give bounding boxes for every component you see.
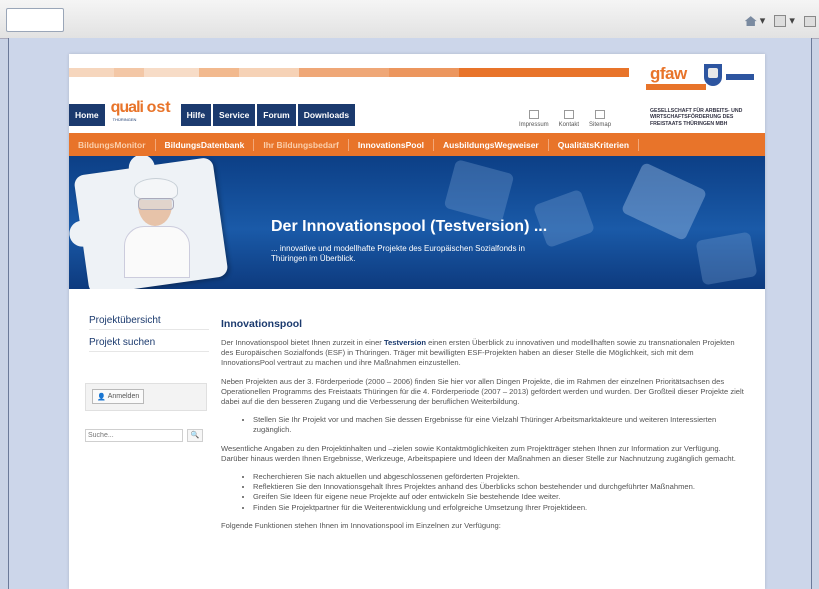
left-sidebar: Projektübersicht Projekt suchen 👤 Anmeld… [69,289,214,589]
qualipost-logo-subtext: THÜRINGEN [112,117,137,122]
person-photo [124,176,190,278]
mail-icon [563,110,574,119]
person-cap [134,178,178,200]
browser-tab[interactable] [6,8,64,32]
subnav-bildungsmonitor[interactable]: BildungsMonitor [69,138,156,151]
subnav-ausbildungswegweiser[interactable]: AusbildungsWegweiser [434,138,549,151]
search-input[interactable] [85,429,183,442]
main-navigation: Home quali ost THÜRINGEN Hilfe Service F… [69,96,357,126]
content-paragraph: Wesentliche Angaben zu den Projektinhalt… [221,443,736,463]
subnav-qualitaetskriterien[interactable]: QualitätsKriterien [549,138,640,151]
main-content: Innovationspool Der Innovationspool biet… [221,318,745,531]
testversion-highlight: Testversion [383,338,427,347]
puzzle-decoration [620,161,708,242]
list-item: Finden Sie Projektpartner für die Weiter… [253,503,745,513]
puzzle-decoration [695,231,758,286]
nav-service[interactable]: Service [213,104,256,126]
person-glasses [138,198,174,210]
qualipost-logo-text: quali [110,99,144,116]
nav-home[interactable]: Home [69,104,105,126]
header-stripes [69,68,629,77]
search-icon: 🔍 [190,432,200,439]
gfaw-orange-bar [646,84,706,90]
util-kontakt-label: Kontakt [558,122,580,128]
gfaw-logo-text: gfaw [650,64,687,83]
user-icon: 👤 [97,393,106,401]
bullet-list: Stellen Sie Ihr Projekt vor und machen S… [221,415,745,435]
utility-links: Impressum Kontakt Sitemap [519,110,611,128]
list-item: Greifen Sie Ideen für eigene neue Projek… [253,492,745,502]
util-impressum-label: Impressum [519,122,549,128]
web-page: gfaw GESELLSCHAFT FÜR ARBEITS- UND WIRTS… [69,54,765,589]
puzzle-knob [69,218,98,249]
sidebar-link-projektuebersicht[interactable]: Projektübersicht [89,315,209,330]
subnav-bildungsdatenbank[interactable]: BildungsDatenbank [156,138,255,151]
util-kontakt[interactable]: Kontakt [559,110,579,128]
sitemap-icon [595,110,606,119]
sub-navigation: BildungsMonitor BildungsDatenbank Ihr Bi… [69,133,765,156]
toolbar-icons: ▾ ▾ [742,14,819,28]
list-item: Reflektieren Sie den Innovationsgehalt I… [253,482,745,492]
content-paragraph: Neben Projekten aus der 3. Förderperiode… [221,376,744,407]
info-icon [528,110,539,119]
feed-icon[interactable]: ▾ [774,14,795,28]
puzzle-decoration [443,159,515,223]
gfaw-logo[interactable]: gfaw GESELLSCHAFT FÜR ARBEITS- UND WIRTS… [646,62,756,127]
nav-forum[interactable]: Forum [257,104,296,126]
nav-downloads[interactable]: Downloads [297,104,356,126]
content-paragraph: Der Innovationspool bietet Ihnen zurzeit… [221,338,745,369]
home-icon[interactable]: ▾ [744,14,765,27]
gfaw-blue-bar [726,74,754,80]
list-item: Stellen Sie Ihr Projekt vor und machen S… [253,415,745,435]
list-item: Recherchieren Sie nach aktuellen und abg… [253,472,745,482]
qualipost-logo[interactable]: quali ost THÜRINGEN [106,96,177,126]
print-icon[interactable] [804,15,816,27]
login-button[interactable]: 👤 Anmelden [92,389,145,404]
paragraph-text: Der Innovationspool bietet Ihnen zurzeit… [221,338,384,347]
content-paragraph: Folgende Funktionen stehen Ihnen im Inno… [221,520,501,530]
gfaw-subtitle: GESELLSCHAFT FÜR ARBEITS- UND WIRTSCHAFT… [650,108,743,127]
nav-hilfe[interactable]: Hilfe [180,104,212,126]
util-sitemap[interactable]: Sitemap [589,110,611,128]
bullet-list: Recherchieren Sie nach aktuellen und abg… [221,472,745,513]
thuringia-crest-icon [704,64,722,86]
qualipost-logo-text-2: ost [146,99,171,116]
util-impressum[interactable]: Impressum [519,110,549,128]
search-button[interactable]: 🔍 [187,429,203,442]
login-button-label: Anmelden [107,393,140,400]
sidebar-link-projekt-suchen[interactable]: Projekt suchen [89,337,209,352]
hero-title: Der Innovationspool (Testversion) ... [271,218,548,235]
subnav-ihr-bildungsbedarf[interactable]: Ihr Bildungsbedarf [254,138,349,151]
viewport-border-left [8,38,9,589]
hero-subtitle: ... innovative und modellhafte Projekte … [271,244,525,263]
subnav-innovationspool[interactable]: InnovationsPool [349,138,435,151]
content-heading: Innovationspool [221,318,303,330]
viewport-border-right [811,38,812,589]
browser-toolbar: ▾ ▾ [0,0,819,39]
login-box: 👤 Anmelden [85,383,207,411]
hero-banner: Der Innovationspool (Testversion) ... ..… [69,156,765,289]
util-sitemap-label: Sitemap [589,122,612,128]
person-coat [124,226,190,278]
